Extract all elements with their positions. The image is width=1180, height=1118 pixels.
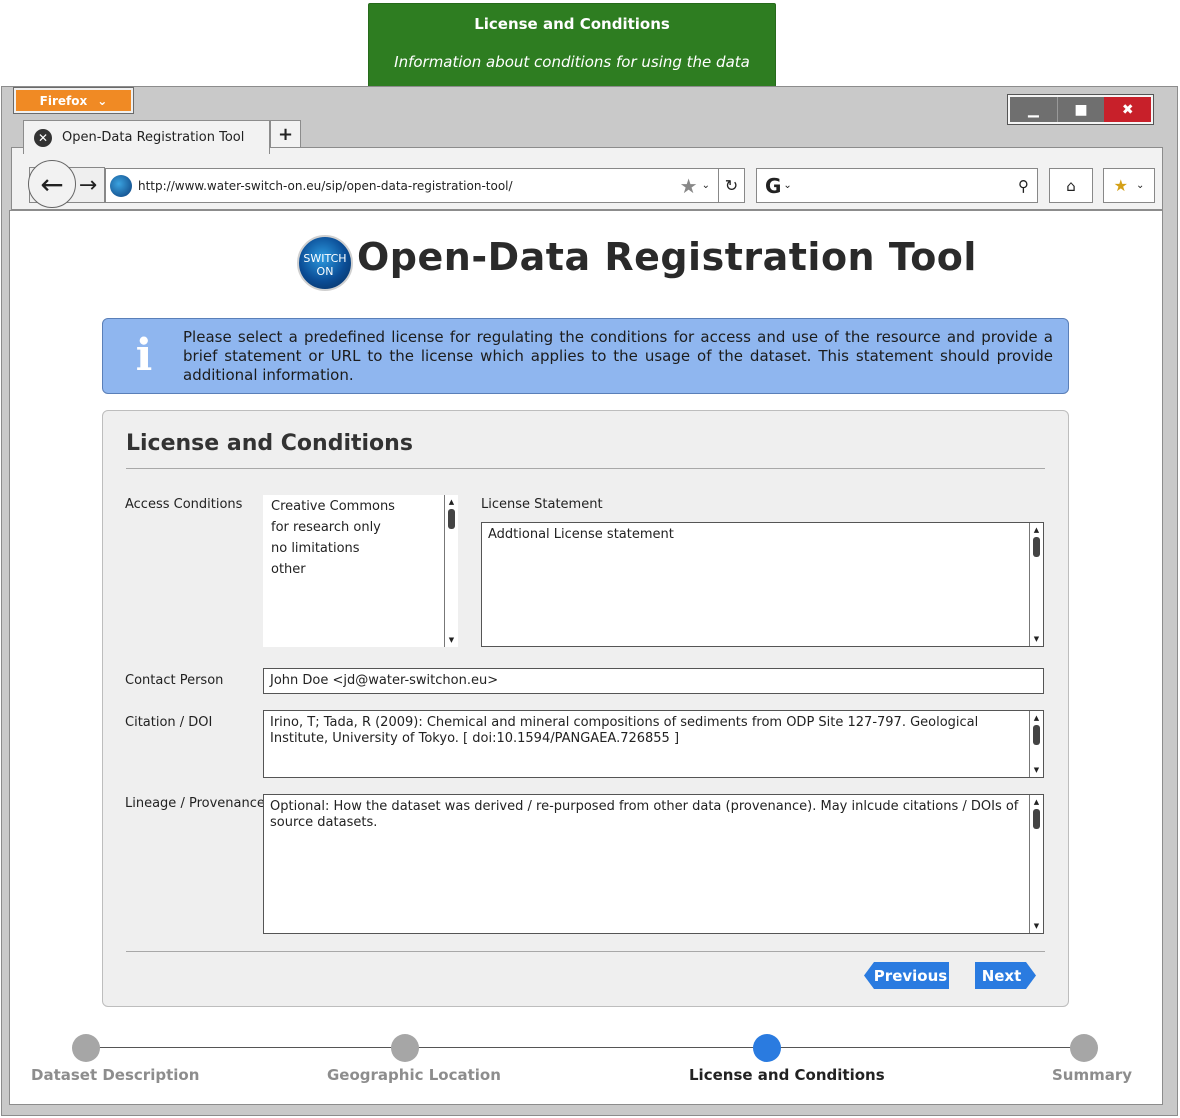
scrollbar[interactable]: ▲ ▼ — [444, 495, 458, 647]
scrollbar[interactable]: ▲ ▼ — [1029, 795, 1043, 933]
close-window-button[interactable]: ✖ — [1104, 97, 1152, 122]
citation-value: Irino, T; Tada, R (2009): Chemical and m… — [270, 715, 979, 746]
tab-title: Open-Data Registration Tool — [62, 130, 245, 145]
site-favicon — [110, 174, 132, 197]
window-controls: ▁ ■ ✖ — [1007, 94, 1154, 125]
home-button[interactable]: ⌂ — [1049, 168, 1093, 203]
scroll-up-icon[interactable]: ▲ — [445, 497, 458, 507]
divider — [126, 951, 1045, 952]
step-dot-2[interactable] — [391, 1034, 419, 1062]
next-button[interactable]: Next — [975, 962, 1036, 989]
annotation-note: License and Conditions Information about… — [368, 3, 776, 99]
lineage-label: Lineage / Provenance — [125, 796, 265, 811]
plus-icon: + — [277, 123, 294, 145]
step-dot-4[interactable] — [1070, 1034, 1098, 1062]
citation-label: Citation / DOI — [125, 715, 213, 730]
list-item[interactable]: Creative Commons — [271, 499, 395, 514]
scroll-up-icon[interactable]: ▲ — [1030, 713, 1043, 723]
bookmarks-button[interactable]: ★ ⌄ — [1103, 168, 1155, 203]
step-label-summary[interactable]: Summary — [1052, 1066, 1132, 1084]
info-box: i Please select a predefined license for… — [102, 318, 1069, 394]
firefox-menu-button[interactable]: Firefox ⌄ — [13, 87, 134, 114]
license-statement-textarea[interactable]: Addtional License statement ▲ ▼ — [481, 522, 1044, 647]
chevron-down-icon: ⌄ — [97, 93, 108, 108]
browser-tab[interactable]: ✕ Open-Data Registration Tool — [23, 120, 270, 154]
access-conditions-list[interactable]: Creative Commons for research only no li… — [263, 495, 458, 647]
lineage-textarea[interactable]: Optional: How the dataset was derived / … — [263, 794, 1044, 934]
logo-text-2: ON — [316, 265, 334, 278]
contact-person-input[interactable]: John Doe <jd@water-switchon.eu> — [263, 668, 1044, 694]
close-tab-icon[interactable]: ✕ — [34, 128, 52, 147]
step-label-dataset-description[interactable]: Dataset Description — [31, 1066, 199, 1084]
maximize-button[interactable]: ■ — [1056, 97, 1105, 122]
logo-text-1: SWITCH — [303, 252, 347, 265]
reload-icon: ↻ — [724, 176, 739, 195]
info-text: Please select a predefined license for r… — [183, 328, 1053, 384]
chevron-down-icon[interactable]: ⌄ — [783, 180, 791, 191]
scroll-thumb[interactable] — [1033, 725, 1040, 745]
page-title: Open-Data Registration Tool — [357, 235, 977, 279]
stepper-line — [86, 1047, 1083, 1048]
back-arrow-icon: ← — [40, 167, 64, 201]
scroll-thumb[interactable] — [1033, 537, 1040, 557]
citation-textarea[interactable]: Irino, T; Tada, R (2009): Chemical and m… — [263, 710, 1044, 778]
step-label-geographic-location[interactable]: Geographic Location — [327, 1066, 501, 1084]
scroll-down-icon[interactable]: ▼ — [1030, 921, 1043, 931]
new-tab-button[interactable]: + — [270, 120, 301, 148]
list-item[interactable]: for research only — [271, 520, 381, 535]
previous-button[interactable]: Previous — [864, 962, 949, 989]
search-bar[interactable]: G ⌄ ⚲ — [756, 168, 1038, 203]
switch-on-logo: SWITCH ON — [297, 235, 353, 291]
license-statement-label: License Statement — [481, 497, 603, 512]
url-text[interactable]: http://www.water-switch-on.eu/sip/open-d… — [138, 179, 680, 193]
section-title: License and Conditions — [126, 431, 413, 456]
search-engine-icon[interactable]: G — [765, 174, 781, 198]
forward-button[interactable]: → — [76, 168, 100, 202]
note-subtitle: Information about conditions for using t… — [394, 53, 750, 71]
scroll-up-icon[interactable]: ▲ — [1030, 525, 1043, 535]
minimize-button[interactable]: ▁ — [1010, 97, 1057, 122]
close-icon: ✖ — [1121, 101, 1134, 118]
divider — [126, 468, 1045, 469]
maximize-icon: ■ — [1074, 101, 1088, 118]
search-icon[interactable]: ⚲ — [1018, 177, 1029, 195]
step-label-license-and-conditions[interactable]: License and Conditions — [689, 1066, 885, 1084]
chevron-down-icon[interactable]: ⌄ — [702, 180, 710, 191]
scroll-down-icon[interactable]: ▼ — [1030, 634, 1043, 644]
scrollbar[interactable]: ▲ ▼ — [1029, 711, 1043, 777]
forward-arrow-icon: → — [78, 172, 98, 198]
chevron-down-icon: ⌄ — [1135, 180, 1145, 191]
home-icon: ⌂ — [1066, 176, 1076, 195]
reload-button[interactable]: ↻ — [718, 169, 744, 202]
list-item[interactable]: no limitations — [271, 541, 360, 556]
scroll-thumb[interactable] — [1033, 809, 1040, 829]
scrollbar[interactable]: ▲ ▼ — [1029, 523, 1043, 646]
address-bar[interactable]: http://www.water-switch-on.eu/sip/open-d… — [105, 168, 745, 203]
scroll-down-icon[interactable]: ▼ — [1030, 765, 1043, 775]
back-button[interactable]: ← — [28, 160, 76, 208]
info-icon: i — [135, 330, 153, 381]
access-conditions-label: Access Conditions — [125, 497, 243, 512]
license-statement-value: Addtional License statement — [488, 527, 674, 542]
firefox-menu-label: Firefox — [39, 93, 88, 108]
contact-person-label: Contact Person — [125, 673, 224, 688]
minimize-icon: ▁ — [1027, 101, 1039, 118]
lineage-value: Optional: How the dataset was derived / … — [270, 799, 1019, 830]
list-item[interactable]: other — [271, 562, 306, 577]
scroll-down-icon[interactable]: ▼ — [445, 635, 458, 645]
note-title: License and Conditions — [474, 15, 670, 33]
step-dot-1[interactable] — [72, 1034, 100, 1062]
scroll-thumb[interactable] — [448, 509, 455, 529]
scroll-up-icon[interactable]: ▲ — [1030, 797, 1043, 807]
bookmark-star-icon[interactable]: ★ — [680, 174, 698, 198]
step-dot-3[interactable] — [753, 1034, 781, 1062]
bookmark-star-icon: ★ — [1113, 176, 1128, 195]
